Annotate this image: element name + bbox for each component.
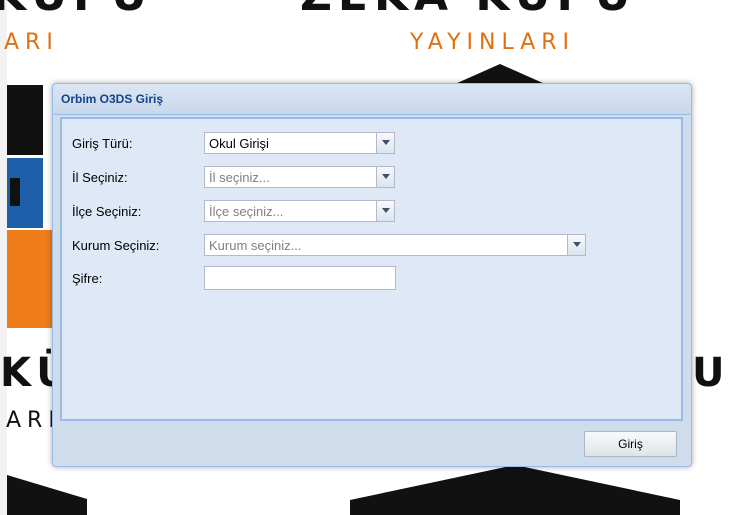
province-label: İl Seçiniz:	[72, 169, 128, 185]
login-type-value: Okul Girişi	[209, 136, 269, 151]
district-select[interactable]: İlçe seçiniz...	[204, 200, 395, 222]
institution-dropdown-trigger[interactable]	[567, 235, 585, 255]
province-placeholder: İl seçiniz...	[209, 170, 270, 185]
login-type-row: Giriş Türü: Okul Girişi	[72, 132, 672, 154]
logo-dark-block	[7, 85, 43, 155]
chevron-down-icon	[382, 208, 390, 213]
login-button[interactable]: Giriş	[584, 431, 677, 457]
password-row: Şifre:	[72, 266, 672, 290]
login-form-panel: Giriş Türü: Okul Girişi İl Seçiniz: İl s…	[60, 117, 683, 421]
district-placeholder: İlçe seçiniz...	[209, 204, 284, 219]
login-type-select[interactable]: Okul Girişi	[204, 132, 395, 154]
chevron-down-icon	[382, 140, 390, 145]
district-row: İlçe Seçiniz: İlçe seçiniz...	[72, 200, 672, 222]
institution-select[interactable]: Kurum seçiniz...	[204, 234, 586, 256]
login-type-label: Giriş Türü:	[72, 135, 133, 151]
institution-row: Kurum Seçiniz: Kurum seçiniz...	[72, 234, 672, 256]
password-field[interactable]	[204, 266, 396, 290]
province-dropdown-trigger[interactable]	[376, 167, 394, 187]
background-brand-mid-right: U	[692, 350, 729, 396]
chevron-down-icon	[382, 174, 390, 179]
district-label: İlçe Seçiniz:	[72, 203, 142, 219]
left-edge-strip	[0, 0, 7, 515]
logo-orange-block	[7, 230, 52, 328]
background-brand-left: KUPU	[0, 0, 153, 21]
logo-dark-bar	[10, 178, 20, 206]
background-brand-right: ZEKA KUPU	[300, 0, 636, 21]
dialog-header: Orbim O3DS Giriş	[53, 84, 691, 115]
password-label: Şifre:	[72, 270, 103, 286]
cap-shape-bottom-left	[7, 475, 87, 515]
background-subtitle-right: YAYINLARI	[410, 30, 576, 55]
login-type-dropdown-trigger[interactable]	[376, 133, 394, 153]
institution-placeholder: Kurum seçiniz...	[209, 238, 302, 253]
cap-shape-bottom-center	[350, 465, 680, 515]
province-row: İl Seçiniz: İl seçiniz...	[72, 166, 672, 188]
institution-label: Kurum Seçiniz:	[72, 237, 160, 253]
dialog-title: Orbim O3DS Giriş	[61, 92, 164, 106]
province-select[interactable]: İl seçiniz...	[204, 166, 395, 188]
background-subtitle-left: ARI	[4, 30, 59, 55]
district-dropdown-trigger[interactable]	[376, 201, 394, 221]
chevron-down-icon	[573, 242, 581, 247]
login-dialog: Orbim O3DS Giriş Giriş Türü: Okul Girişi…	[52, 83, 692, 467]
